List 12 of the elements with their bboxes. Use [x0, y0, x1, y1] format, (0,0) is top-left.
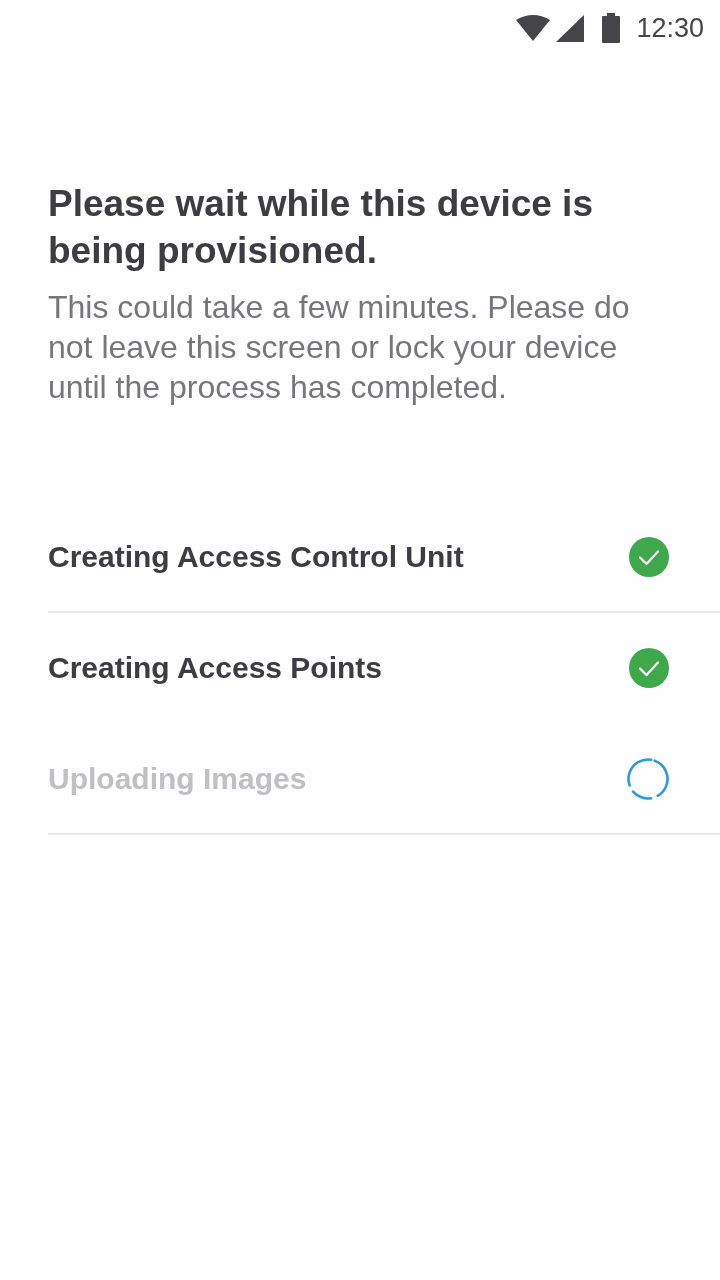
step-label: Creating Access Control Unit — [48, 539, 464, 575]
signal-icon — [556, 14, 585, 42]
wifi-icon — [516, 15, 551, 41]
page-message: This could take a few minutes. Please do not leave this screen or lock your device until the process has completed. — [48, 288, 631, 407]
check-circle-icon — [629, 647, 669, 688]
spinner-icon — [627, 757, 669, 800]
step-label: Uploading Images — [48, 761, 307, 797]
status-time: 12:30 — [636, 14, 704, 42]
step-label: Creating Access Points — [48, 650, 382, 686]
check-circle-icon — [629, 536, 669, 577]
battery-icon — [602, 13, 621, 43]
page-title: Please wait while this device is being provisioned. — [48, 182, 594, 273]
